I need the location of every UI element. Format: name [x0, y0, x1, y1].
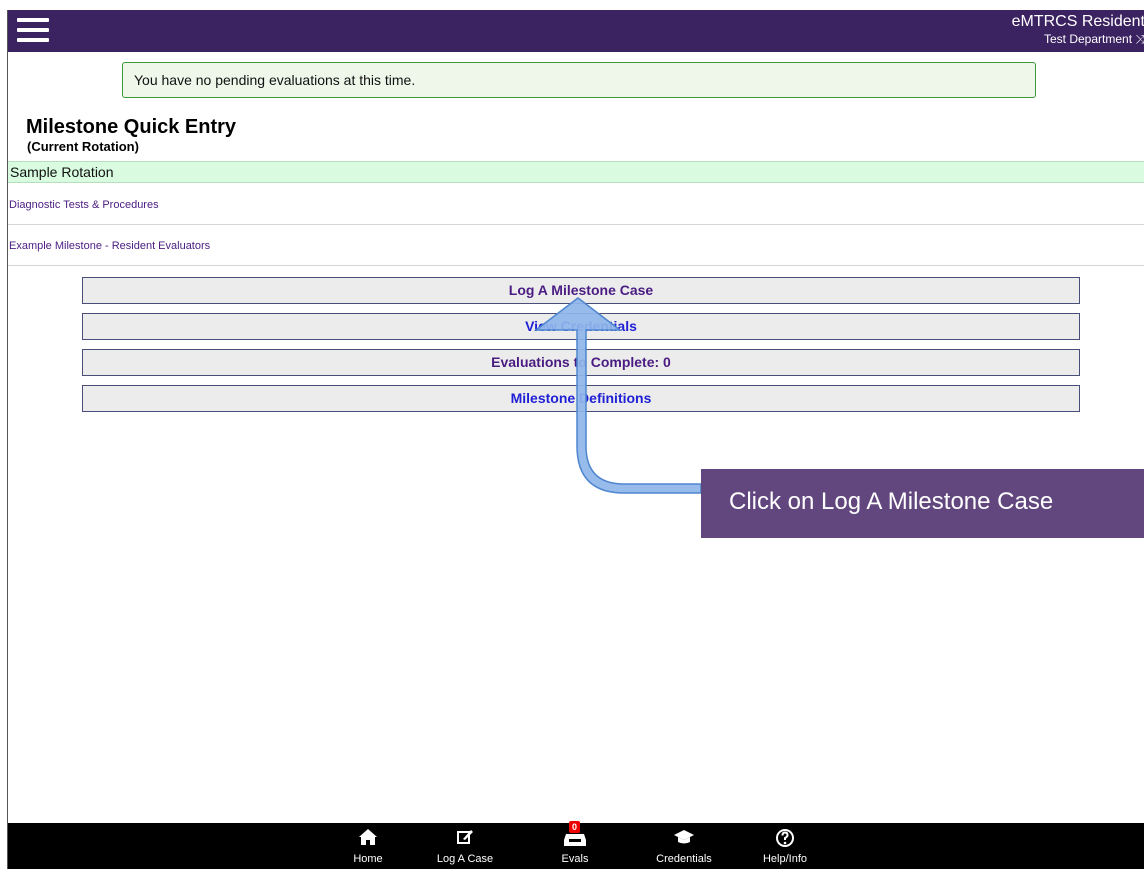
switch-department-icon[interactable]: ⤨	[1135, 32, 1144, 46]
view-credentials-button[interactable]: View Credentials	[82, 313, 1080, 340]
page-title: Milestone Quick Entry	[26, 116, 237, 138]
evals-badge: 0	[569, 821, 581, 833]
app-frame: eMTRCS Resident Test Department ⤨ You ha…	[7, 10, 1144, 869]
tutorial-callout: Click on Log A Milestone Case	[701, 469, 1144, 538]
hamburger-icon[interactable]	[17, 18, 49, 44]
tab-home[interactable]: Home	[323, 823, 413, 869]
tab-log-case-label: Log A Case	[436, 853, 494, 865]
home-icon	[323, 828, 413, 848]
tab-credentials-label: Credentials	[656, 853, 712, 865]
department-name: Test Department	[1044, 32, 1133, 46]
log-milestone-case-button[interactable]: Log A Milestone Case	[82, 277, 1080, 304]
tab-help-info[interactable]: Help/Info	[740, 823, 830, 869]
top-bar: eMTRCS Resident Test Department ⤨	[8, 10, 1144, 52]
tab-evals[interactable]: 0 Evals	[530, 821, 620, 869]
rotation-header: Sample Rotation	[8, 161, 1144, 183]
milestone-link[interactable]: Example Milestone - Resident Evaluators	[8, 226, 1144, 266]
department-switcher[interactable]: Test Department ⤨	[1044, 32, 1144, 47]
tab-evals-label: Evals	[561, 853, 589, 865]
bottom-tab-bar: Home Log A Case 0 Evals Credentials Help…	[8, 821, 1144, 869]
app-title: eMTRCS Resident	[1011, 13, 1144, 30]
graduation-cap-icon	[639, 828, 729, 848]
tab-credentials[interactable]: Credentials	[639, 823, 729, 869]
tab-home-label: Home	[353, 853, 383, 865]
tab-log-case[interactable]: Log A Case	[420, 823, 510, 869]
milestone-link[interactable]: Diagnostic Tests & Procedures	[8, 185, 1144, 225]
pending-evaluations-notice: You have no pending evaluations at this …	[122, 62, 1036, 98]
page-subtitle: (Current Rotation)	[27, 139, 139, 154]
help-icon	[740, 828, 830, 848]
edit-icon	[420, 828, 510, 848]
tab-help-info-label: Help/Info	[762, 853, 808, 865]
evaluations-to-complete-button[interactable]: Evaluations to Complete: 0	[82, 349, 1080, 376]
milestone-definitions-button[interactable]: Milestone Definitions	[82, 385, 1080, 412]
